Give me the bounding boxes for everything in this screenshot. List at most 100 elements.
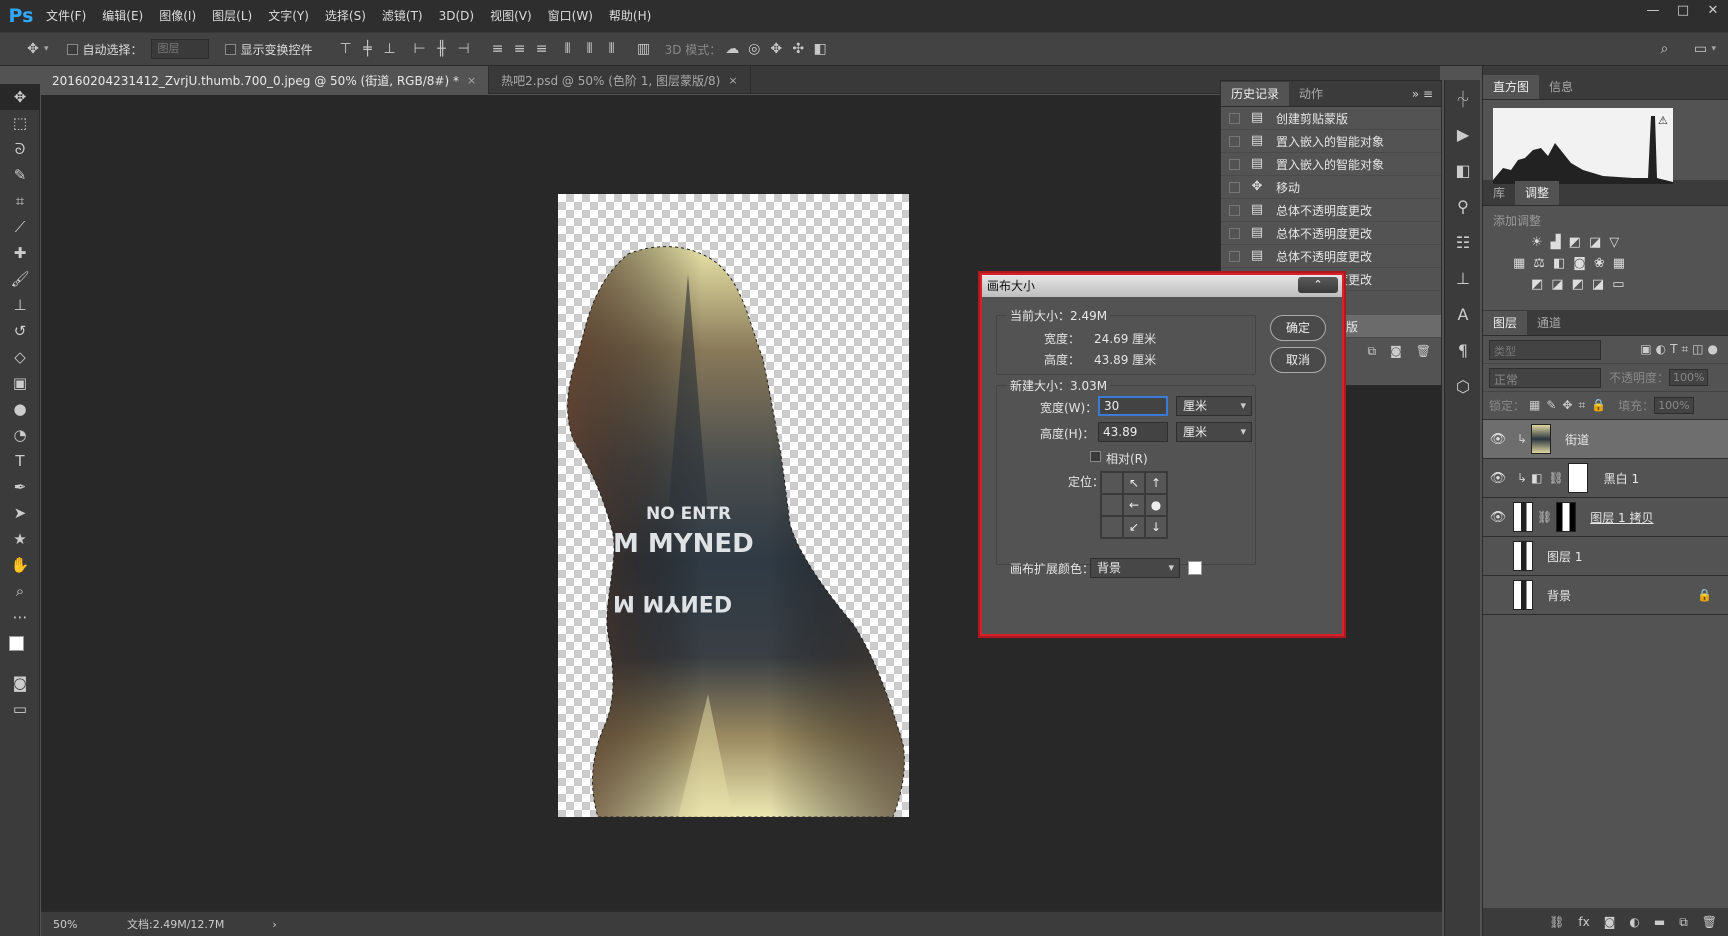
extension-color-swatch[interactable]: [1188, 561, 1202, 575]
blend-mode-select[interactable]: 正常: [1489, 367, 1601, 388]
clone-source-icon[interactable]: ⊥: [1445, 260, 1481, 296]
anchor-center[interactable]: ←: [1123, 494, 1145, 516]
tab-histogram[interactable]: 直方图: [1483, 75, 1540, 99]
tab-history[interactable]: 历史记录: [1221, 82, 1290, 106]
character-panel-icon[interactable]: A: [1445, 296, 1481, 332]
anchor-middle-left[interactable]: [1101, 494, 1123, 516]
layer-name[interactable]: 背景: [1547, 587, 1571, 604]
type-tool-icon[interactable]: T: [0, 448, 40, 474]
tab-layers[interactable]: 图层: [1483, 311, 1528, 335]
threshold-icon[interactable]: ◩: [1572, 277, 1584, 292]
anchor-top-left[interactable]: [1101, 472, 1123, 494]
fill-input[interactable]: 100%: [1654, 397, 1694, 414]
tab-psd[interactable]: 热吧2.psd @ 50% (色阶 1, 图层蒙版/8) ×: [489, 66, 751, 94]
eye-icon[interactable]: 👁: [1483, 471, 1513, 486]
menu-window[interactable]: 窗口(W): [540, 0, 601, 32]
marquee-tool-icon[interactable]: ⬚: [0, 110, 40, 136]
tab-channels[interactable]: 通道: [1527, 311, 1571, 335]
history-item[interactable]: ▤ 置入嵌入的智能对象: [1221, 130, 1441, 153]
blur-tool-icon[interactable]: ●: [0, 396, 40, 422]
distribute-bottom-icon[interactable]: ≡: [531, 38, 553, 60]
ok-button[interactable]: 确定: [1270, 315, 1326, 341]
new-document-icon[interactable]: ⧉: [1368, 344, 1377, 359]
color-swatches[interactable]: [0, 630, 40, 670]
paragraph-panel-icon[interactable]: ¶: [1445, 332, 1481, 368]
auto-align-icon[interactable]: ▥: [633, 38, 655, 60]
menu-filter[interactable]: 滤镜(T): [374, 0, 431, 32]
history-item[interactable]: ▤ 创建剪贴蒙版: [1221, 107, 1441, 130]
distribute-right-icon[interactable]: ⦀: [601, 38, 623, 60]
eyedropper-tool-icon[interactable]: ⟋: [0, 214, 40, 240]
align-top-icon[interactable]: ⊤: [335, 38, 357, 60]
3d-drag-icon[interactable]: ✥: [765, 38, 787, 60]
brightness-icon[interactable]: ☀: [1531, 235, 1543, 250]
new-height-input[interactable]: [1098, 422, 1168, 442]
selective-color-icon[interactable]: ◪: [1592, 277, 1604, 292]
history-item[interactable]: ▤ 总体不透明度更改: [1221, 222, 1441, 245]
opacity-input[interactable]: 100%: [1669, 369, 1709, 386]
menu-type[interactable]: 文字(Y): [260, 0, 317, 32]
brush-panel-icon[interactable]: ⚲: [1445, 188, 1481, 224]
tab-actions[interactable]: 动作: [1289, 82, 1333, 106]
dialog-title-bar[interactable]: 画布大小 ⌃: [982, 275, 1342, 297]
distribute-top-icon[interactable]: ≡: [487, 38, 509, 60]
layer-row-street[interactable]: 👁 ↳ 街道: [1483, 420, 1728, 459]
new-adjustment-icon[interactable]: ◐: [1629, 915, 1639, 929]
gradient-tool-icon[interactable]: ▣: [0, 370, 40, 396]
add-mask-icon[interactable]: ◙: [1604, 915, 1616, 929]
new-layer-icon[interactable]: ⧉: [1679, 915, 1688, 930]
hand-tool-icon[interactable]: ✋: [0, 552, 40, 578]
menu-edit[interactable]: 编辑(E): [94, 0, 151, 32]
workspace-icon[interactable]: ▭: [1689, 38, 1711, 60]
adjust-panel-icon[interactable]: ☷: [1445, 224, 1481, 260]
3d-orbit-icon[interactable]: ☁: [721, 38, 743, 60]
menu-select[interactable]: 选择(S): [317, 0, 374, 32]
dodge-tool-icon[interactable]: ◔: [0, 422, 40, 448]
distribute-left-icon[interactable]: ⦀: [557, 38, 579, 60]
eye-icon[interactable]: 👁: [1483, 510, 1513, 525]
align-right-icon[interactable]: ⊣: [453, 38, 475, 60]
tab-adjustments[interactable]: 调整: [1515, 181, 1560, 205]
shape-tool-icon[interactable]: ★: [0, 526, 40, 552]
auto-select-checkbox[interactable]: [66, 43, 78, 55]
color-balance-icon[interactable]: ⚖: [1533, 256, 1545, 271]
hue-sat-icon[interactable]: ▦: [1513, 256, 1525, 271]
trash-icon[interactable]: 🗑: [1702, 915, 1717, 929]
properties-panel-icon[interactable]: ◧: [1445, 152, 1481, 188]
new-width-input[interactable]: [1098, 396, 1168, 416]
quick-mask-icon[interactable]: ◙: [0, 670, 40, 696]
tab-info[interactable]: 信息: [1539, 75, 1583, 99]
layer-name[interactable]: 街道: [1565, 431, 1589, 448]
warning-icon[interactable]: ⚠: [1658, 114, 1668, 127]
curves-icon[interactable]: ◩: [1569, 235, 1581, 250]
zoom-level[interactable]: 50%: [53, 918, 117, 931]
brush-tool-icon[interactable]: 🖌: [0, 266, 40, 292]
history-item[interactable]: ✥ 移动: [1221, 176, 1441, 199]
eraser-tool-icon[interactable]: ◇: [0, 344, 40, 370]
history-checkbox[interactable]: [1229, 250, 1240, 262]
document-canvas[interactable]: NO ENTR M MYNED M MYNED: [558, 194, 909, 818]
close-window-button[interactable]: ✕: [1698, 0, 1728, 22]
height-unit-select[interactable]: 厘米: [1176, 422, 1252, 442]
foreground-color-swatch[interactable]: [9, 636, 24, 651]
healing-brush-tool-icon[interactable]: ✚: [0, 240, 40, 266]
menu-help[interactable]: 帮助(H): [601, 0, 659, 32]
width-unit-select[interactable]: 厘米: [1176, 396, 1252, 416]
cancel-button[interactable]: 取消: [1270, 347, 1326, 373]
layer-name[interactable]: 图层 1: [1547, 548, 1582, 565]
3d-slide-icon[interactable]: ✣: [787, 38, 809, 60]
layer-row-bw[interactable]: 👁 ↳ ◧ ⛓ 黑白 1: [1483, 459, 1728, 498]
search-icon[interactable]: ⌕: [1653, 38, 1675, 60]
zoom-tool-icon[interactable]: ⌕: [0, 578, 40, 604]
tab-libraries[interactable]: 库: [1483, 181, 1515, 205]
quick-select-tool-icon[interactable]: ✎: [0, 162, 40, 188]
history-checkbox[interactable]: [1229, 181, 1240, 193]
3d-roll-icon[interactable]: ◎: [743, 38, 765, 60]
layer-filter-icons[interactable]: ▣◐T⌗◫●: [1640, 342, 1722, 357]
color-lookup-icon[interactable]: ▦: [1613, 256, 1625, 271]
distribute-vcenter-icon[interactable]: ≡: [509, 38, 531, 60]
screen-mode-icon[interactable]: ▭: [0, 696, 40, 722]
anchor-bottom-right[interactable]: ↓: [1145, 516, 1167, 538]
move-tool-preset[interactable]: ✥ ▾: [22, 32, 48, 66]
layer-name[interactable]: 图层 1 拷贝: [1590, 509, 1653, 526]
